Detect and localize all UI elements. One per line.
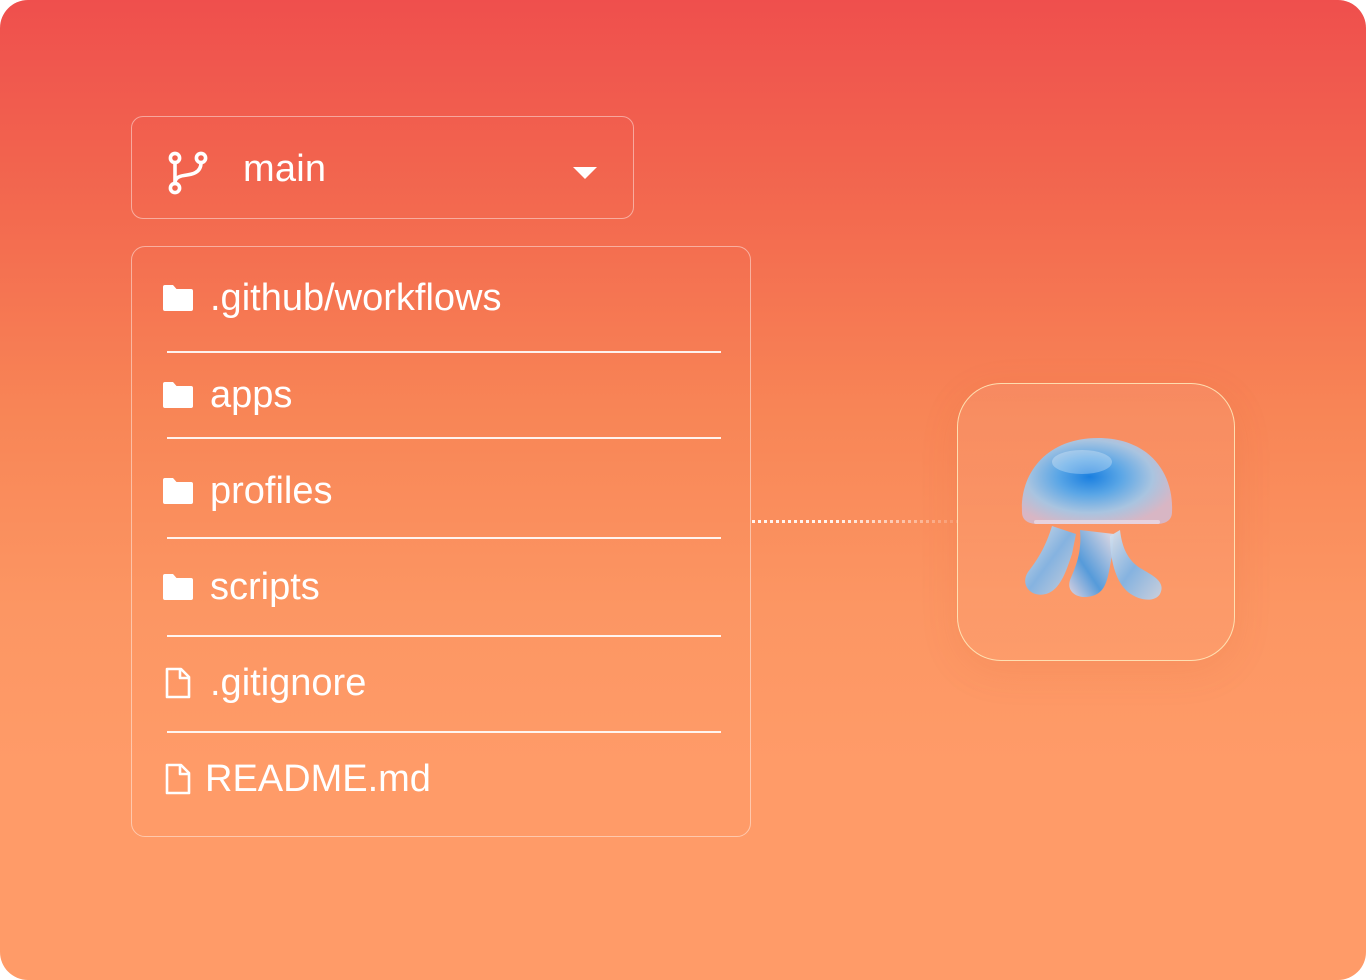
divider	[167, 635, 721, 637]
divider	[167, 537, 721, 539]
folder-icon	[163, 478, 193, 504]
list-item-github-workflows[interactable]: .github/workflows	[132, 268, 752, 328]
folder-icon	[163, 285, 193, 311]
jellyfish-logo-icon	[1021, 438, 1173, 600]
list-item-profiles[interactable]: profiles	[132, 461, 752, 521]
list-item-apps[interactable]: apps	[132, 365, 752, 425]
file-name: README.md	[205, 758, 431, 800]
list-item-readme[interactable]: README.md	[132, 749, 752, 809]
divider	[167, 731, 721, 733]
list-item-scripts[interactable]: scripts	[132, 557, 752, 617]
file-name: apps	[210, 374, 293, 416]
branch-selector[interactable]: main	[131, 116, 634, 219]
file-name: .github/workflows	[210, 277, 502, 319]
folder-icon	[163, 382, 193, 408]
caret-down-icon[interactable]	[573, 166, 597, 180]
divider	[167, 351, 721, 353]
file-name: .gitignore	[210, 662, 367, 704]
app-tile[interactable]	[957, 383, 1235, 661]
git-branch-icon	[168, 151, 208, 195]
file-name: scripts	[210, 566, 320, 608]
file-list: .github/workflows apps profiles scripts …	[131, 246, 751, 837]
list-item-gitignore[interactable]: .gitignore	[132, 653, 752, 713]
file-name: profiles	[210, 470, 333, 512]
divider	[167, 437, 721, 439]
dotted-connector	[752, 520, 958, 523]
folder-icon	[163, 574, 193, 600]
canvas: main .github/workflows apps profiles scr…	[0, 0, 1366, 980]
branch-name: main	[243, 148, 327, 190]
file-icon	[165, 667, 191, 699]
file-icon	[165, 763, 191, 795]
